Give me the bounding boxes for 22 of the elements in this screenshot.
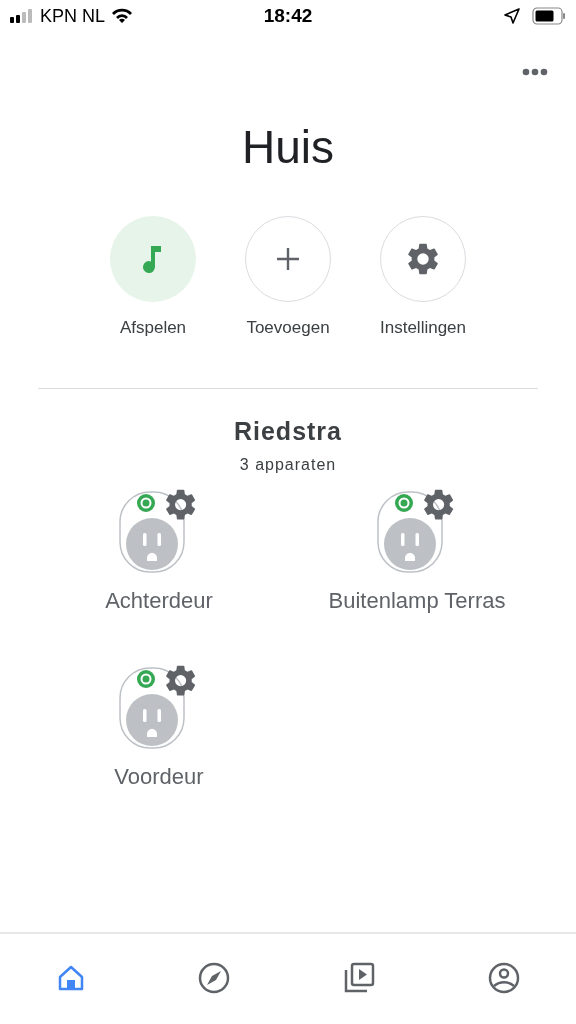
- action-label: Instellingen: [380, 318, 466, 338]
- room-name: Riedstra: [232, 417, 343, 446]
- more-icon[interactable]: [522, 68, 548, 76]
- device-name[interactable]: Buitenlamp Terras: [328, 588, 506, 614]
- carrier-name: KPN NL: [40, 5, 106, 27]
- location-icon: [504, 8, 520, 24]
- plus-icon: [276, 247, 300, 271]
- home-icon: [56, 964, 85, 992]
- account-icon: [487, 962, 520, 994]
- compass-icon: [197, 962, 230, 994]
- action-label: Afspelen: [119, 318, 187, 338]
- clock: 18:42: [263, 5, 313, 27]
- device-count: 3 apparaten: [238, 456, 338, 474]
- wifi-icon: [111, 8, 134, 24]
- device-name[interactable]: Achterdeur: [105, 588, 213, 614]
- action-label: Toevoegen: [246, 318, 330, 338]
- signal-icon: [10, 8, 34, 24]
- device-name[interactable]: Voordeur: [114, 764, 204, 790]
- music-note-icon: [142, 244, 164, 274]
- video-library-icon: [342, 962, 375, 994]
- home-title: Huis: [241, 120, 335, 174]
- battery-icon: [532, 7, 566, 25]
